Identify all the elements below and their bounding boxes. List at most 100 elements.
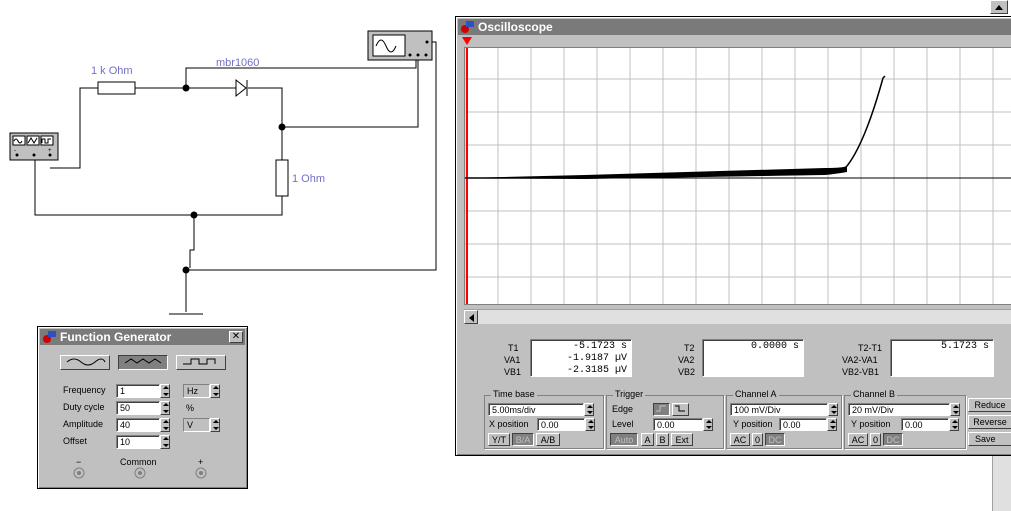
va2-label: VA2	[678, 355, 695, 365]
triangle-wave-button[interactable]	[118, 355, 168, 370]
offset-input[interactable]: 10	[116, 435, 160, 449]
channel-b-zero-button[interactable]: 0	[870, 433, 881, 446]
channel-b-scale-input[interactable]: 20 mV/Div	[848, 403, 950, 416]
duty-cycle-input[interactable]: 50	[116, 401, 160, 415]
rising-edge-button[interactable]	[653, 403, 670, 416]
ab-button[interactable]: A/B	[536, 433, 560, 446]
trigger-label: Trigger	[613, 389, 646, 399]
amplitude-label: Amplitude	[63, 419, 104, 429]
background-scrollbar[interactable]	[992, 455, 1011, 511]
terminal-connectors	[73, 467, 207, 479]
channel-a-ypos-input[interactable]: 0.00	[779, 418, 827, 431]
close-button[interactable]: ✕	[229, 331, 243, 343]
oscilloscope-title: Oscilloscope	[478, 20, 553, 34]
x-position-label: X position	[489, 419, 529, 429]
channel-b-ypos-label: Y position	[851, 419, 891, 429]
level-input[interactable]: 0.00	[653, 418, 703, 431]
amplitude-unit-stepper[interactable]	[210, 418, 220, 432]
x-position-stepper[interactable]	[585, 418, 595, 431]
trigger-a-button[interactable]: A	[641, 433, 654, 446]
resistor-1ohm-label: 1 Ohm	[292, 173, 326, 185]
oscilloscope-screen[interactable]	[464, 47, 1011, 305]
t2-label: T2	[684, 343, 695, 353]
level-stepper[interactable]	[703, 418, 713, 431]
square-wave-icon	[183, 358, 216, 365]
channel-b-label: Channel B	[851, 389, 898, 399]
amplitude-unit-select[interactable]: V	[183, 418, 210, 432]
save-button[interactable]: Save	[968, 432, 1011, 446]
oscilloscope-icon[interactable]	[367, 30, 433, 61]
channel-b-dc-button[interactable]: DC	[883, 433, 903, 446]
yt-button[interactable]: Y/T	[488, 433, 510, 446]
va2-va1-label: VA2-VA1	[842, 355, 878, 365]
sine-wave-button[interactable]	[60, 355, 110, 370]
trigger-b-button[interactable]: B	[656, 433, 669, 446]
channel-a-scale-input[interactable]: 100 mV/Div	[730, 403, 828, 416]
falling-edge-button[interactable]	[672, 403, 689, 416]
arrow-left-icon	[468, 314, 474, 322]
trace-channel-a	[465, 75, 886, 179]
frequency-input[interactable]: 1	[116, 384, 160, 398]
reduce-button[interactable]: Reduce	[968, 398, 1011, 412]
frequency-unit-stepper[interactable]	[210, 384, 220, 398]
channel-a-zero-button[interactable]: 0	[752, 433, 763, 446]
svg-text:-: -	[14, 148, 16, 154]
oscilloscope-window: Oscilloscope T1 VA1 VB1 -5.1723 s -1.918…	[455, 16, 1011, 456]
channel-b-ac-button[interactable]: AC	[848, 433, 868, 446]
offset-stepper[interactable]	[160, 435, 170, 449]
scroll-left-button[interactable]	[464, 310, 478, 324]
trigger-ext-button[interactable]: Ext	[671, 433, 693, 446]
channel-a-ac-button[interactable]: AC	[730, 433, 750, 446]
oscilloscope-titlebar[interactable]: Oscilloscope	[458, 19, 1011, 35]
channel-a-dc-button[interactable]: DC	[765, 433, 785, 446]
circuit-schematic: - +	[9, 30, 437, 315]
ba-button[interactable]: B/A	[512, 433, 534, 446]
trigger-group: Trigger Edge Level 0.00 Auto A B Ext	[606, 389, 724, 449]
sine-wave-icon	[66, 358, 106, 366]
channel-b-ypos-stepper[interactable]	[949, 418, 959, 431]
rising-edge-icon	[656, 405, 666, 412]
channel-b-scale-stepper[interactable]	[950, 403, 960, 416]
timebase-input[interactable]: 5.00ms/div	[488, 403, 584, 416]
square-wave-button[interactable]	[176, 355, 226, 370]
offset-label: Offset	[63, 436, 87, 446]
va1-label: VA1	[504, 355, 521, 365]
junction-dot	[278, 123, 286, 131]
channel-a-group: Channel A 100 mV/Div Y position 0.00 AC …	[726, 389, 842, 449]
arrow-up-icon	[995, 5, 1003, 10]
reverse-button[interactable]: Reverse	[968, 415, 1011, 429]
channel-a-ypos-label: Y position	[733, 419, 773, 429]
function-generator-titlebar[interactable]: Function Generator	[40, 329, 245, 345]
screen-scrollbar[interactable]	[464, 309, 1011, 324]
function-generator-icon[interactable]: - +	[9, 132, 59, 161]
delta-readout: 5.1723 s	[890, 339, 994, 377]
duty-cycle-stepper[interactable]	[160, 401, 170, 415]
channel-a-scale-stepper[interactable]	[828, 403, 838, 416]
level-label: Level	[612, 419, 634, 429]
duty-cycle-unit: %	[186, 403, 195, 413]
channel-a-ypos-stepper[interactable]	[827, 418, 837, 431]
frequency-stepper[interactable]	[160, 384, 170, 398]
auto-trigger-button[interactable]: Auto	[610, 433, 638, 446]
x-position-input[interactable]: 0.00	[537, 418, 585, 431]
frequency-unit-select[interactable]: Hz	[183, 384, 210, 398]
timebase-stepper[interactable]	[584, 403, 594, 416]
cursor-2-readout: 0.0000 s	[702, 339, 804, 377]
resistor-1k-label: 1 k Ohm	[91, 65, 133, 77]
va1-value: -1.9187 µV	[566, 353, 627, 364]
channel-b-ypos-input[interactable]: 0.00	[901, 418, 949, 431]
t2-value: 0.0000 s	[750, 341, 799, 352]
t2-t1-value: 5.1723 s	[940, 341, 989, 352]
cursor-1-handle[interactable]	[462, 37, 472, 47]
scroll-up-button[interactable]	[990, 0, 1008, 14]
triangle-wave-icon	[124, 358, 162, 364]
diode[interactable]	[235, 78, 248, 98]
amplitude-stepper[interactable]	[160, 418, 170, 432]
timebase-label: Time base	[491, 389, 537, 399]
duty-cycle-label: Duty cycle	[63, 402, 105, 412]
resistor-1k[interactable]	[97, 81, 136, 95]
resistor-1ohm[interactable]	[275, 159, 289, 197]
amplitude-input[interactable]: 40	[116, 418, 160, 432]
edge-label: Edge	[612, 404, 634, 414]
vb1-label: VB1	[504, 367, 522, 377]
